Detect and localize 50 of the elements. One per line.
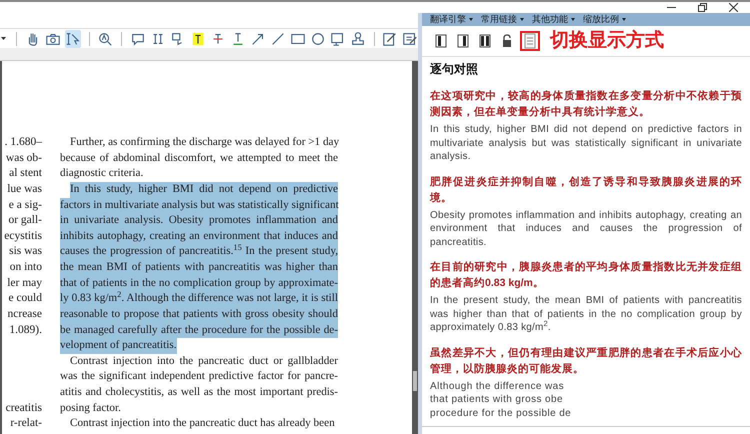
caret-icon <box>469 18 473 21</box>
chinese-sentence: 在这项研究中，较高的身体质量指数在多变量分析中不依赖于预测因素，但在单变量分析中具有统计学意义。 <box>430 88 742 120</box>
chinese-sentence: 肥胖促进炎症并抑制自噬，创造了诱导和导致胰腺炎进展的环境。 <box>430 174 742 206</box>
caret-icon <box>622 18 626 21</box>
restore-icon[interactable] <box>698 3 707 12</box>
circle-icon <box>310 30 326 46</box>
stamp-icon <box>350 30 366 46</box>
text-line: atitis and cholecystitis, as well as the most important predis- <box>60 385 338 400</box>
english-text-line: that patients with gross obe <box>430 393 563 406</box>
menu-item[interactable]: 常用链接 <box>481 12 524 26</box>
menu-item[interactable]: 缩放比例 <box>583 12 626 26</box>
close-icon[interactable] <box>729 3 738 12</box>
right-column-view-icon <box>456 33 470 49</box>
text-line: Contrast injection into the pancreatic duct has already been <box>70 416 335 432</box>
panel-heading: 逐句对照 <box>430 61 479 78</box>
text-cursor-icon <box>64 30 80 46</box>
annotation-label: 切换显示方式 <box>550 28 664 53</box>
edit-document-icon <box>382 30 398 46</box>
text-cursor-tool[interactable] <box>64 30 80 48</box>
form-icon <box>402 30 418 46</box>
english-text-line: Although the difference was <box>430 380 564 393</box>
text-line: was the significant independent predictive factor for pancre- <box>60 369 338 384</box>
picture-icon <box>330 30 346 46</box>
lock-icon <box>500 33 514 49</box>
page-view-button[interactable] <box>520 31 540 51</box>
english-sentence: In this study, higher BMI did not depend on predictive factors in multivariate analysis but was statistically significant in univariate analysis. <box>430 123 742 164</box>
menu-item[interactable]: 其他功能 <box>532 12 575 26</box>
minimize-icon[interactable] <box>667 6 676 8</box>
text-line: posing factor. <box>60 400 121 416</box>
two-column-view-icon <box>478 33 492 49</box>
page-view-icon <box>523 33 537 49</box>
english-sentence: Obesity promotes inflammation and inhibits autophagy, creating an environment that induces and causes the progression of pancreatitis. <box>430 208 742 249</box>
text-line: Further, as confirming the discharge was delayed for >1 day <box>70 135 338 150</box>
english-sentence: In the present study, the mean BMI of patients with pancreatitis was higher than that of patients in the no complication group by approximately 0.83 kg/m$^{2}$. <box>430 294 742 334</box>
text-line: because of abdominal discomfort, we attempted to meet the <box>60 150 338 166</box>
highlight-text-icon <box>190 30 206 46</box>
caret-icon <box>571 18 575 21</box>
scrollbar-thumb[interactable] <box>413 371 417 391</box>
caret-icon <box>520 18 524 21</box>
chinese-sentence: 虽然差异不大，但仍有理由建议严重肥胖的患者在手术后应小心管理，以防胰腺炎的可能发展。 <box>430 346 742 376</box>
chinese-sentence: 在目前的研究中，胰腺炎患者的平均身体质量指数比无并发症组的患者高约0.83 kg/m。 <box>430 260 742 291</box>
english-text-line: procedure for the possible de <box>430 406 572 420</box>
menu-item[interactable]: 翻译引擎 <box>430 12 473 26</box>
line-icon <box>270 30 286 46</box>
zoom-icon <box>97 30 113 46</box>
text-line: diagnostic criteria. <box>60 166 144 182</box>
stamp-tool[interactable] <box>350 30 366 48</box>
text-line: Contrast injection into the pancreatic duct or gallbladder <box>70 354 338 369</box>
left-column-view-icon <box>434 33 448 49</box>
caret-icon[interactable] <box>1 36 6 40</box>
